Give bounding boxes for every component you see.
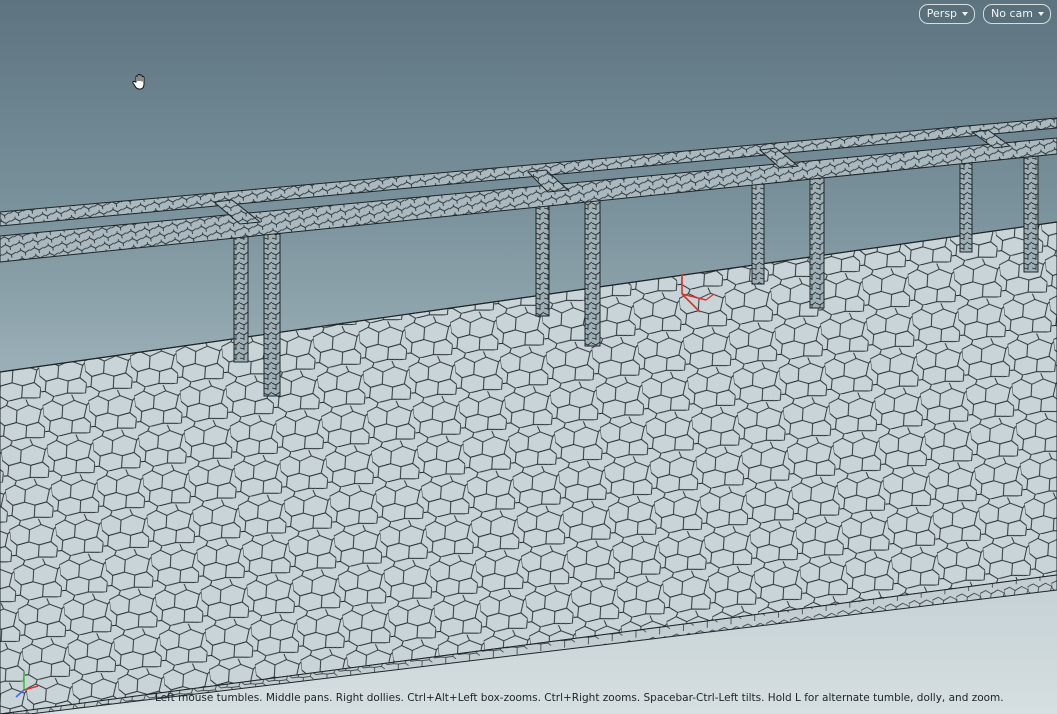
hand-pan-icon bbox=[132, 73, 145, 90]
camera-menu-label: No cam bbox=[991, 7, 1033, 20]
viewport-camera-controls: Persp No cam bbox=[918, 4, 1051, 24]
floor-slab bbox=[0, 221, 1057, 714]
perspective-menu-button[interactable]: Persp bbox=[918, 4, 976, 24]
viewport-hint-text: Left mouse tumbles. Middle pans. Right d… bbox=[155, 692, 1004, 704]
scene-canvas[interactable] bbox=[0, 0, 1057, 714]
camera-menu-button[interactable]: No cam bbox=[983, 4, 1051, 24]
chevron-down-icon bbox=[962, 12, 969, 16]
chevron-down-icon bbox=[1038, 12, 1044, 16]
perspective-menu-label: Persp bbox=[926, 7, 958, 20]
3d-viewport[interactable]: Persp No cam Left mouse tumbles. Middle … bbox=[0, 0, 1057, 714]
axes-gizmo-icon bbox=[15, 674, 39, 698]
